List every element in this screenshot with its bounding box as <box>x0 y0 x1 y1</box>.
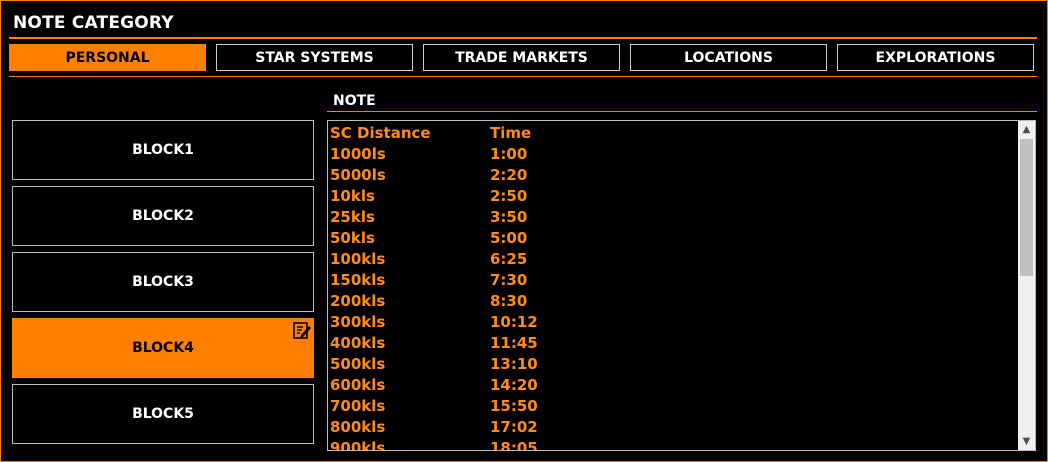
note-header-row: SC Distance Time <box>330 123 610 144</box>
time-value: 18:05 <box>490 439 538 451</box>
title-divider <box>9 37 1037 39</box>
distance-value: 900kls <box>330 439 386 451</box>
block-5-button[interactable]: BLOCK5 <box>12 384 314 444</box>
distance-value: 150kls <box>330 271 386 289</box>
note-textarea[interactable]: SC Distance Time 1000ls 1:00 5000ls 2:20 10k… <box>327 120 1036 451</box>
column-header-time: Time <box>490 124 532 142</box>
panel-title: NOTE CATEGORY <box>13 13 174 33</box>
distance-value: 400kls <box>330 334 386 352</box>
note-row: 10kls 2:50 <box>330 186 610 207</box>
note-row: 900kls 18:05 <box>330 438 610 451</box>
block-label: BLOCK2 <box>132 208 194 224</box>
time-value: 2:50 <box>490 187 528 205</box>
block-2-button[interactable]: BLOCK2 <box>12 186 314 246</box>
block-label: BLOCK4 <box>132 340 194 356</box>
distance-value: 300kls <box>330 313 386 331</box>
distance-value: 800kls <box>330 418 386 436</box>
time-value: 15:50 <box>490 397 538 415</box>
time-value: 13:10 <box>490 355 538 373</box>
distance-value: 25kls <box>330 208 375 226</box>
time-value: 2:20 <box>490 166 528 184</box>
tabs-divider <box>9 76 1037 77</box>
note-row: 1000ls 1:00 <box>330 144 610 165</box>
distance-value: 100kls <box>330 250 386 268</box>
time-value: 14:20 <box>490 376 538 394</box>
tab-trade-markets[interactable]: TRADE MARKETS <box>423 44 620 71</box>
note-row: 500kls 13:10 <box>330 354 610 375</box>
block-1-button[interactable]: BLOCK1 <box>12 120 314 180</box>
tab-explorations[interactable]: EXPLORATIONS <box>837 44 1034 71</box>
block-4-button[interactable]: BLOCK4 <box>12 318 314 378</box>
distance-value: 600kls <box>330 376 386 394</box>
distance-value: 200kls <box>330 292 386 310</box>
note-row: 5000ls 2:20 <box>330 165 610 186</box>
distance-value: 10kls <box>330 187 375 205</box>
edit-note-icon[interactable] <box>292 320 312 340</box>
note-row: 25kls 3:50 <box>330 207 610 228</box>
note-divider <box>327 111 1037 112</box>
note-text: SC Distance Time 1000ls 1:00 5000ls 2:20 10k… <box>330 123 610 451</box>
notes-panel: NOTE CATEGORY PERSONAL STAR SYSTEMS TRAD… <box>0 0 1048 462</box>
note-row: 400kls 11:45 <box>330 333 610 354</box>
note-row: 50kls 5:00 <box>330 228 610 249</box>
distance-value: 500kls <box>330 355 386 373</box>
block-3-button[interactable]: BLOCK3 <box>12 252 314 312</box>
time-value: 11:45 <box>490 334 538 352</box>
tab-locations[interactable]: LOCATIONS <box>630 44 827 71</box>
block-label: BLOCK1 <box>132 142 194 158</box>
note-scrollbar[interactable]: ▲ ▼ <box>1018 121 1035 450</box>
column-header-distance: SC Distance <box>330 124 431 142</box>
note-row: 200kls 8:30 <box>330 291 610 312</box>
distance-value: 5000ls <box>330 166 386 184</box>
block-label: BLOCK5 <box>132 406 194 422</box>
note-row: 600kls 14:20 <box>330 375 610 396</box>
time-value: 6:25 <box>490 250 528 268</box>
note-row: 700kls 15:50 <box>330 396 610 417</box>
time-value: 8:30 <box>490 292 528 310</box>
time-value: 1:00 <box>490 145 528 163</box>
tab-personal[interactable]: PERSONAL <box>9 44 206 71</box>
note-row: 150kls 7:30 <box>330 270 610 291</box>
time-value: 10:12 <box>490 313 538 331</box>
note-row: 800kls 17:02 <box>330 417 610 438</box>
tab-star-systems[interactable]: STAR SYSTEMS <box>216 44 413 71</box>
scroll-thumb[interactable] <box>1020 139 1033 276</box>
distance-value: 1000ls <box>330 145 386 163</box>
scroll-up-arrow-icon[interactable]: ▲ <box>1018 121 1035 138</box>
time-value: 17:02 <box>490 418 538 436</box>
distance-value: 50kls <box>330 229 375 247</box>
time-value: 5:00 <box>490 229 528 247</box>
note-row: 100kls 6:25 <box>330 249 610 270</box>
note-row: 300kls 10:12 <box>330 312 610 333</box>
scroll-down-arrow-icon[interactable]: ▼ <box>1018 433 1035 450</box>
distance-value: 700kls <box>330 397 386 415</box>
note-label: NOTE <box>333 93 376 109</box>
time-value: 3:50 <box>490 208 528 226</box>
block-label: BLOCK3 <box>132 274 194 290</box>
time-value: 7:30 <box>490 271 528 289</box>
